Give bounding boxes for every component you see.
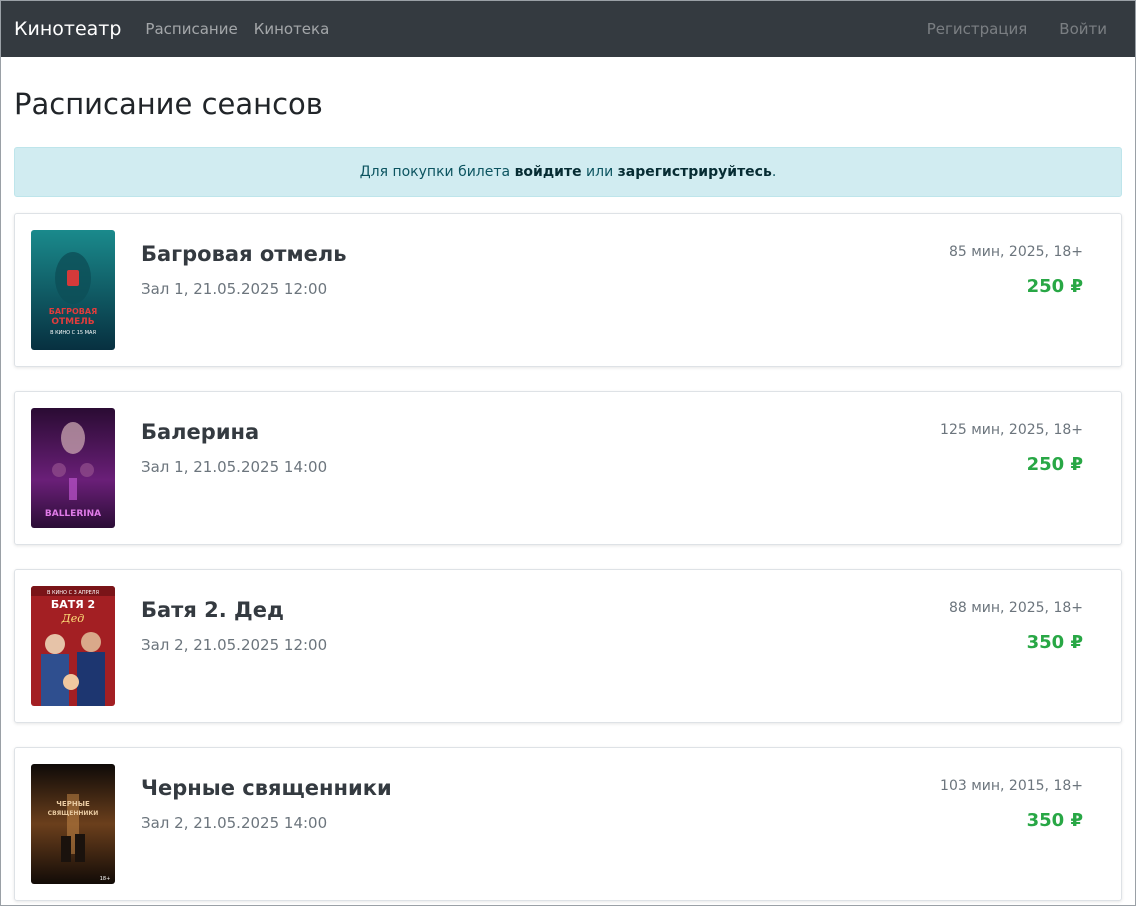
poster-caption: СВЯЩЕННИКИ [48, 810, 99, 817]
movie-poster: В КИНО С 3 АПРЕЛЯ БАТЯ 2 Дед [31, 586, 115, 706]
movie-title: Багровая отмель [141, 242, 347, 266]
session-info: Багровая отмель Зал 1, 21.05.2025 12:00 [141, 230, 1083, 350]
poster-caption: В КИНО С 3 АПРЕЛЯ [47, 590, 99, 596]
session-hall-time: Зал 1, 21.05.2025 12:00 [141, 280, 328, 298]
movie-poster: БАГРОВАЯ ОТМЕЛЬ В КИНО С 15 МАЯ [31, 230, 115, 350]
ticket-price: 250 ₽ [1026, 454, 1083, 475]
nav-link-schedule[interactable]: Расписание [145, 20, 237, 38]
page-title: Расписание сеансов [14, 87, 323, 121]
nav-auth-links: Регистрация Войти [911, 20, 1122, 38]
brand-link[interactable]: Кинотеатр [14, 18, 121, 40]
session-card[interactable]: БАГРОВАЯ ОТМЕЛЬ В КИНО С 15 МАЯ Багровая… [14, 213, 1122, 367]
movie-poster: ЧЕРНЫЕ СВЯЩЕННИКИ 18+ [31, 764, 115, 884]
poster-caption: ЧЕРНЫЕ [56, 800, 90, 808]
session-meta: 103 мин, 2015, 18+ 350 ₽ [940, 778, 1083, 831]
movie-specs: 88 мин, 2025, 18+ [948, 600, 1083, 616]
poster-caption: 18+ [100, 876, 111, 882]
ticket-price: 350 ₽ [1026, 810, 1083, 831]
movie-title: Батя 2. Дед [141, 598, 284, 622]
poster-caption: В КИНО С 15 МАЯ [50, 330, 96, 336]
poster-caption: BALLERINA [45, 509, 101, 519]
session-hall-time: Зал 2, 21.05.2025 12:00 [141, 636, 328, 654]
poster-caption: Дед [61, 612, 84, 625]
movie-specs: 85 мин, 2025, 18+ [948, 244, 1083, 260]
alert-suffix: . [771, 164, 777, 180]
nav-link-login[interactable]: Войти [1059, 20, 1107, 38]
session-card[interactable]: BALLERINA Балерина Зал 1, 21.05.2025 14:… [14, 391, 1122, 545]
main-container: Расписание сеансов Для покупки билета во… [1, 87, 1135, 901]
alert-prefix: Для покупки билета [359, 164, 511, 180]
movie-specs: 103 мин, 2015, 18+ [940, 778, 1083, 794]
session-card[interactable]: ЧЕРНЫЕ СВЯЩЕННИКИ 18+ Черные священники … [14, 747, 1122, 901]
nav-link-register[interactable]: Регистрация [927, 20, 1028, 38]
alert-middle: или [586, 164, 614, 180]
nav-link-library[interactable]: Кинотека [254, 20, 330, 38]
ticket-price: 250 ₽ [1026, 276, 1083, 297]
movie-specs: 125 мин, 2025, 18+ [940, 422, 1083, 438]
ticket-price: 350 ₽ [1026, 632, 1083, 653]
alert-register-link[interactable]: зарегистрируйтесь [618, 164, 772, 180]
session-meta: 125 мин, 2025, 18+ 250 ₽ [940, 422, 1083, 475]
poster-caption: БАТЯ 2 [51, 598, 95, 611]
session-meta: 85 мин, 2025, 18+ 250 ₽ [949, 244, 1083, 297]
navbar: Кинотеатр Расписание Кинотека Регистраци… [1, 1, 1135, 57]
session-card[interactable]: В КИНО С 3 АПРЕЛЯ БАТЯ 2 Дед Батя 2. Дед… [14, 569, 1122, 723]
session-info: Батя 2. Дед Зал 2, 21.05.2025 12:00 [141, 586, 1083, 706]
poster-caption: ОТМЕЛЬ [51, 317, 94, 327]
movie-poster: BALLERINA [31, 408, 115, 528]
poster-caption: БАГРОВАЯ [49, 307, 98, 316]
session-meta: 88 мин, 2025, 18+ 350 ₽ [949, 600, 1083, 653]
alert-login-link[interactable]: войдите [515, 164, 582, 180]
login-alert: Для покупки билета войдите или зарегистр… [14, 147, 1122, 197]
